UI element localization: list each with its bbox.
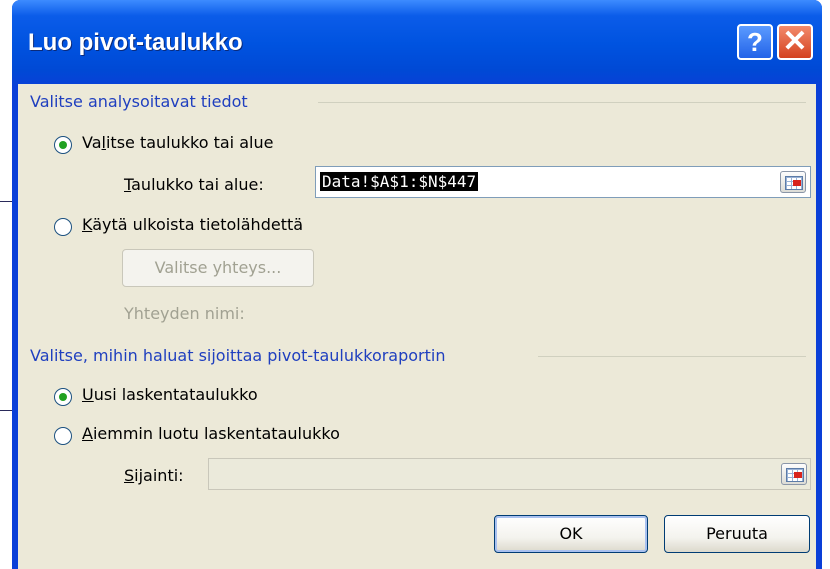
section-divider bbox=[538, 356, 806, 357]
section-label-placement: Valitse, mihin haluat sijoittaa pivot-ta… bbox=[30, 346, 446, 365]
table-range-label: Taulukko tai alue: bbox=[124, 175, 264, 194]
radio-new-sheet[interactable] bbox=[54, 388, 72, 406]
radio-existing-sheet[interactable] bbox=[54, 427, 72, 445]
radio-select-table[interactable] bbox=[54, 136, 72, 154]
dialog-title: Luo pivot-taulukko bbox=[28, 29, 243, 56]
help-button[interactable]: ? bbox=[737, 24, 773, 60]
dialog-window: Luo pivot-taulukko ? ✕ Valitse analysoit… bbox=[12, 0, 822, 569]
location-input[interactable] bbox=[208, 458, 811, 490]
table-range-input[interactable]: Data!$A$1:$N$447 bbox=[315, 166, 811, 198]
section-label-analyze-data: Valitse analysoitavat tiedot bbox=[30, 92, 248, 111]
radio-existing-sheet-label[interactable]: Aiemmin luotu laskentataulukko bbox=[82, 424, 340, 443]
dialog-body: Valitse analysoitavat tiedot Valitse tau… bbox=[18, 84, 816, 569]
cancel-button[interactable]: Peruuta bbox=[664, 515, 810, 553]
range-select-arrow-icon bbox=[794, 472, 802, 478]
radio-external-source[interactable] bbox=[54, 218, 72, 236]
choose-connection-button[interactable]: Valitse yhteys... bbox=[122, 249, 314, 287]
range-select-button[interactable] bbox=[780, 171, 806, 193]
location-label: Sijainti: bbox=[124, 466, 184, 485]
radio-new-sheet-label[interactable]: Uusi laskentataulukko bbox=[82, 385, 258, 404]
radio-select-table-label[interactable]: Valitse taulukko tai alue bbox=[82, 133, 273, 152]
ok-button[interactable]: OK bbox=[494, 515, 648, 553]
connection-name-label: Yhteyden nimi: bbox=[124, 304, 245, 323]
help-icon: ? bbox=[747, 27, 763, 57]
location-range-select-button[interactable] bbox=[781, 463, 807, 485]
range-select-arrow-icon bbox=[793, 180, 801, 186]
close-icon: ✕ bbox=[782, 25, 808, 58]
table-range-value: Data!$A$1:$N$447 bbox=[320, 172, 479, 191]
radio-external-source-label[interactable]: Käytä ulkoista tietolähdettä bbox=[82, 215, 303, 234]
close-button[interactable]: ✕ bbox=[777, 24, 813, 60]
section-divider bbox=[318, 102, 806, 103]
title-bar[interactable]: Luo pivot-taulukko ? ✕ bbox=[12, 0, 822, 88]
